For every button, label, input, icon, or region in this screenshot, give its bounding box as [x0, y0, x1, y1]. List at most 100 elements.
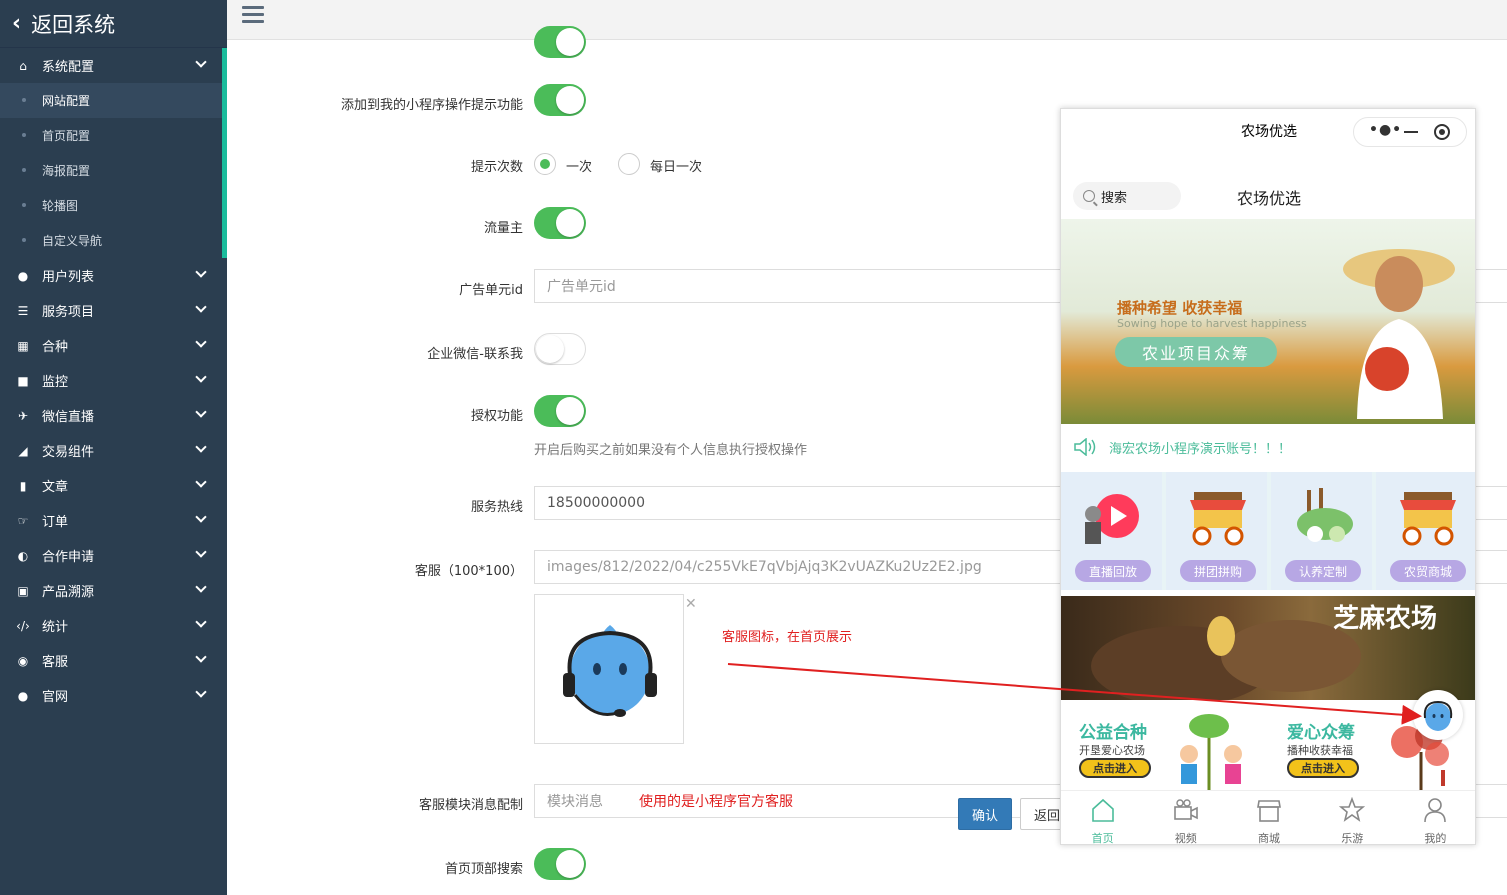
sidebar-group-13[interactable]: ● 官网 [0, 678, 227, 713]
sidebar-group-9[interactable]: ◐ 合作申请 [0, 538, 227, 573]
sidebar-subitem-0[interactable]: 网站配置 [0, 83, 227, 118]
add-tip-toggle[interactable] [534, 84, 586, 116]
customer-service-mascot-icon [563, 625, 657, 717]
category-label: 农贸商城 [1390, 560, 1466, 582]
phone-store-name: 农场优选 [1236, 189, 1301, 208]
drive-icon: ▣ [17, 583, 29, 598]
sidebar-subitem-1[interactable]: 首页配置 [0, 118, 227, 153]
notice-bar[interactable]: 海宏农场小程序演示账号！！！ [1061, 431, 1475, 463]
card1-enter-button[interactable]: 点击进入 [1079, 758, 1151, 778]
apple-icon: ● [17, 688, 29, 703]
cs-image-note: 客服图标，在首页展示 [722, 630, 853, 645]
wecom-label: 企业微信-联系我 [427, 347, 523, 362]
sidebar-group-label: 产品溯源 [42, 585, 95, 600]
cs-image-preview[interactable] [534, 594, 684, 744]
chevron-down-icon [195, 441, 207, 453]
cs-image-label: 客服（100*100） [414, 564, 523, 579]
sidebar-group-label: 监控 [42, 375, 69, 390]
sidebar-group-label: 系统配置 [42, 60, 95, 75]
home-icon [1091, 798, 1114, 822]
traffic-label: 流量主 [483, 221, 523, 236]
wechat-icon: ◉ [17, 653, 29, 668]
wecom-toggle[interactable] [534, 333, 586, 365]
sidebar-group-label: 服务项目 [42, 305, 95, 320]
close-target-icon[interactable] [1434, 124, 1450, 140]
hand-icon: ☞ [17, 513, 29, 528]
cs-msg-placeholder: 模块消息 [547, 794, 603, 810]
cs-msg-label: 客服模块消息配制 [418, 798, 523, 813]
video-camera-icon [1173, 799, 1198, 820]
confirm-button[interactable]: 确认 [958, 798, 1012, 830]
category-adoption[interactable]: 认养定制 [1271, 472, 1372, 590]
tab-video[interactable]: 视频 [1144, 791, 1227, 844]
sidebar-group-7[interactable]: ▮ 文章 [0, 468, 227, 503]
tip-once-radio[interactable] [534, 153, 556, 175]
traffic-toggle[interactable] [534, 207, 586, 239]
sidebar-group-label: 微信直播 [42, 410, 95, 425]
minimize-icon[interactable] [1404, 131, 1418, 133]
tab-travel[interactable]: 乐游 [1311, 791, 1394, 845]
category-grid: 直播回放 拼团拼购 认养定制 农贸商城 [1061, 472, 1475, 590]
phone-search-box[interactable]: 搜索 [1073, 182, 1181, 210]
category-label: 拼团拼购 [1180, 560, 1256, 582]
sidebar-group-10[interactable]: ▣ 产品溯源 [0, 573, 227, 608]
chevron-left-icon: ‹ [12, 11, 22, 36]
more-icon[interactable]: •●• [1369, 122, 1402, 138]
list-icon: ☰ [17, 303, 29, 318]
sidebar-subitem-4[interactable]: 自定义导航 [0, 223, 227, 258]
tab-label: 乐游 [1341, 832, 1364, 845]
chevron-down-icon [195, 406, 207, 418]
sidebar-group-5[interactable]: ✈ 微信直播 [0, 398, 227, 433]
sidebar-group-4[interactable]: ■ 监控 [0, 363, 227, 398]
tip-daily-radio[interactable] [618, 153, 640, 175]
sidebar-group-label: 官网 [42, 690, 69, 705]
sesame-farm-banner[interactable]: 芝麻农场 [1061, 596, 1475, 700]
sidebar-group-2[interactable]: ☰ 服务项目 [0, 293, 227, 328]
user-icon: ● [17, 268, 29, 283]
sidebar-group-0[interactable]: ⌂ 系统配置 [0, 48, 227, 83]
chevron-down-icon [195, 56, 207, 68]
shop-icon [1257, 800, 1281, 822]
category-group-buy[interactable]: 拼团拼购 [1166, 472, 1267, 590]
category-live-replay[interactable]: 直播回放 [1061, 472, 1162, 590]
chevron-down-icon [195, 616, 207, 628]
sidebar-group-1[interactable]: ● 用户列表 [0, 258, 227, 293]
category-market[interactable]: 农贸商城 [1376, 472, 1475, 590]
cs-msg-note: 使用的是小程序官方客服 [639, 794, 793, 810]
tab-mall[interactable]: 商城 [1227, 791, 1310, 844]
previous-toggle[interactable] [534, 26, 586, 58]
remove-image-icon[interactable]: ✕ [685, 596, 697, 612]
sidebar-subitem-2[interactable]: 海报配置 [0, 153, 227, 188]
sidebar-group-12[interactable]: ◉ 客服 [0, 643, 227, 678]
home-search-toggle[interactable] [534, 848, 586, 880]
sidebar-group-8[interactable]: ☞ 订单 [0, 503, 227, 538]
miniprogram-capsule[interactable]: •●• [1353, 117, 1467, 147]
ad-unit-label: 广告单元id [459, 283, 523, 298]
chevron-down-icon [195, 686, 207, 698]
tip-once-label: 一次 [566, 160, 593, 175]
eraser-icon: ◢ [18, 443, 28, 458]
plane-icon: ✈ [17, 408, 29, 423]
customer-service-mascot-icon [1423, 700, 1453, 731]
home-banner[interactable]: 播种希望 收获幸福 Sowing hope to harvest happine… [1061, 219, 1475, 424]
menu-toggle-icon[interactable] [242, 6, 264, 24]
chevron-down-icon [195, 546, 207, 558]
card2-title: 爱心众筹 [1287, 723, 1355, 743]
speaker-icon [1074, 438, 1096, 456]
home-search-label: 首页顶部搜索 [444, 862, 523, 877]
tab-mine[interactable]: 我的 [1394, 791, 1475, 844]
sidebar-group-label: 订单 [42, 515, 69, 530]
card2-enter-button[interactable]: 点击进入 [1287, 758, 1359, 778]
sidebar-group-11[interactable]: ‹/› 统计 [0, 608, 227, 643]
sidebar-group-3[interactable]: ▦ 合种 [0, 328, 227, 363]
auth-toggle[interactable] [534, 395, 586, 427]
back-to-system-label: 返回系统 [31, 12, 116, 37]
chevron-down-icon [195, 301, 207, 313]
floating-cs-button[interactable] [1413, 690, 1463, 740]
phone-tab-bar: 首页 视频 商城 乐游 我的 [1061, 790, 1475, 845]
banner-crowdfund-button[interactable]: 农业项目众筹 [1115, 337, 1277, 367]
tab-home[interactable]: 首页 [1061, 791, 1144, 844]
sidebar-subitem-3[interactable]: 轮播图 [0, 188, 227, 223]
sidebar-group-6[interactable]: ◢ 交易组件 [0, 433, 227, 468]
back-to-system-link[interactable]: ‹ 返回系统 [0, 0, 227, 48]
